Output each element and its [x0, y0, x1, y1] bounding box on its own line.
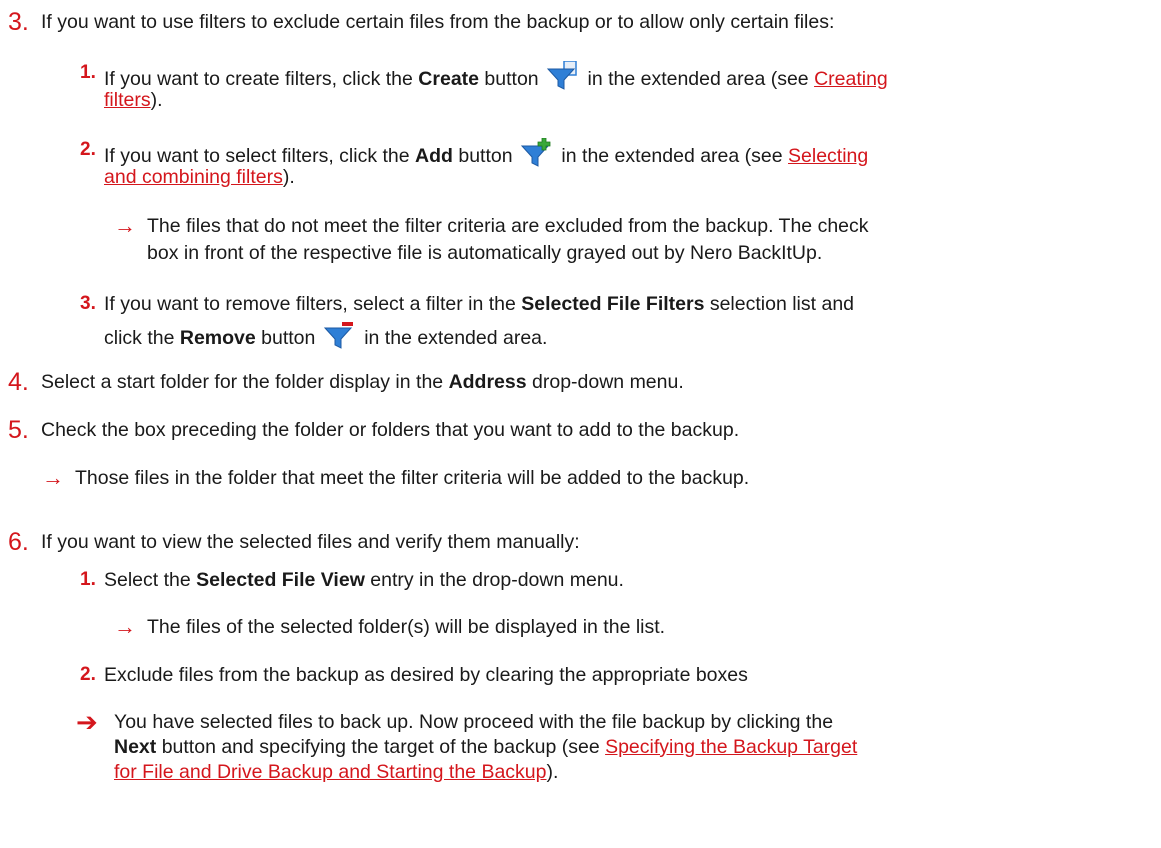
- step-3-3-text-cont: click the Remove button in the extended …: [104, 320, 547, 350]
- filter-add-icon: [520, 138, 551, 167]
- step-3-1-number: 1.: [80, 62, 96, 83]
- step-6-2-text: Exclude files from the backup as desired…: [104, 664, 748, 686]
- step-3-2-text-cont: and combining filters).: [104, 166, 295, 188]
- final-result-line1: You have selected files to back up. Now …: [114, 711, 834, 733]
- final-result-line2: Next button and specifying the target of…: [114, 736, 858, 758]
- step-3-2-result-line2: box in front of the respective file is a…: [147, 242, 823, 264]
- step-6-1-text: Select the Selected File View entry in t…: [104, 569, 624, 591]
- step-4-number: 4.: [8, 368, 29, 396]
- step-3-3-text: If you want to remove filters, select a …: [104, 293, 855, 315]
- backup-target-link-cont[interactable]: for File and Drive Backup and Starting t…: [114, 761, 547, 783]
- creating-filters-link-cont[interactable]: filters: [104, 89, 151, 111]
- step-3-1-text: If you want to create filters, click the…: [104, 61, 888, 91]
- step-6-2-number: 2.: [80, 664, 96, 685]
- step-6-text: If you want to view the selected files a…: [41, 531, 580, 553]
- final-result-arrow-icon: ➔: [76, 707, 98, 737]
- result-arrow-icon: →: [42, 465, 64, 490]
- step-4-text: Select a start folder for the folder dis…: [41, 371, 684, 393]
- step-3-2-number: 2.: [80, 139, 96, 160]
- result-arrow-icon: →: [114, 614, 136, 639]
- result-arrow-icon: →: [114, 213, 136, 238]
- step-3-number: 3.: [8, 8, 29, 36]
- step-5-result: Those files in the folder that meet the …: [75, 467, 750, 489]
- step-3-1-text-cont: filters).: [104, 89, 163, 111]
- final-result-line3: for File and Drive Backup and Starting t…: [114, 761, 559, 783]
- step-5-number: 5.: [8, 416, 29, 444]
- creating-filters-link[interactable]: Creating: [814, 68, 888, 90]
- step-6-1-number: 1.: [80, 569, 96, 590]
- filter-remove-icon: [323, 322, 353, 349]
- step-3-3-number: 3.: [80, 293, 96, 314]
- step-6-1-result: The files of the selected folder(s) will…: [147, 616, 666, 638]
- selecting-filters-link-cont[interactable]: and combining filters: [104, 166, 283, 188]
- step-6-number: 6.: [8, 528, 29, 556]
- filter-create-icon: [546, 61, 577, 90]
- step-3-2-result-line1: The files that do not meet the filter cr…: [147, 215, 869, 237]
- backup-target-link[interactable]: Specifying the Backup Target: [605, 736, 857, 758]
- step-3-2-text: If you want to select filters, click the…: [104, 138, 868, 168]
- selecting-filters-link[interactable]: Selecting: [788, 145, 868, 167]
- step-3-text: If you want to use filters to exclude ce…: [41, 11, 835, 33]
- step-5-text: Check the box preceding the folder or fo…: [41, 419, 740, 441]
